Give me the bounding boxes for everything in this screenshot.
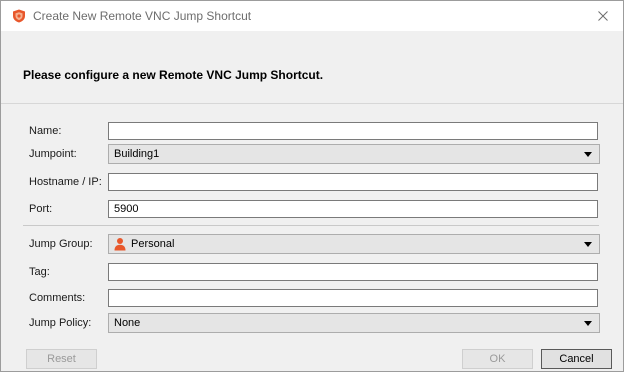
hostname-field[interactable] [108,173,598,191]
jumpoint-dropdown[interactable]: Building1 [108,144,600,164]
window-title: Create New Remote VNC Jump Shortcut [33,9,252,23]
jump-policy-dropdown[interactable]: None [108,313,600,333]
chevron-down-icon [584,242,592,247]
jump-policy-value: None [114,317,141,329]
cancel-button[interactable]: Cancel [541,349,612,369]
comments-label: Comments: [29,292,86,304]
jump-group-value: Personal [131,238,175,250]
name-label: Name: [29,125,62,137]
tag-field[interactable] [108,263,598,281]
jump-policy-label: Jump Policy: [29,317,92,329]
comments-field[interactable] [108,289,598,307]
dialog-window: Create New Remote VNC Jump Shortcut Plea… [0,0,624,372]
reset-button[interactable]: Reset [26,349,97,369]
person-icon [114,238,126,251]
jumpoint-value: Building1 [114,148,160,160]
chevron-down-icon [584,321,592,326]
tag-label: Tag: [29,266,50,278]
jumpoint-label: Jumpoint: [29,148,77,160]
port-field[interactable]: 5900 [108,200,598,218]
close-button[interactable] [583,1,623,31]
dialog-header: Please configure a new Remote VNC Jump S… [1,31,623,104]
ok-button[interactable]: OK [462,349,533,369]
close-icon [598,11,608,21]
jump-group-label: Jump Group: [29,238,93,250]
port-label: Port: [29,203,53,215]
jump-group-dropdown[interactable]: Personal [108,234,600,254]
hostname-label: Hostname / IP: [29,176,102,188]
form-area: Name: Jumpoint: Building1 Hostname / IP:… [1,104,623,371]
section-divider [23,225,599,226]
title-bar: Create New Remote VNC Jump Shortcut [1,1,623,31]
instruction-text: Please configure a new Remote VNC Jump S… [23,68,324,82]
name-field[interactable] [108,122,598,140]
shield-icon [13,9,25,23]
chevron-down-icon [584,152,592,157]
